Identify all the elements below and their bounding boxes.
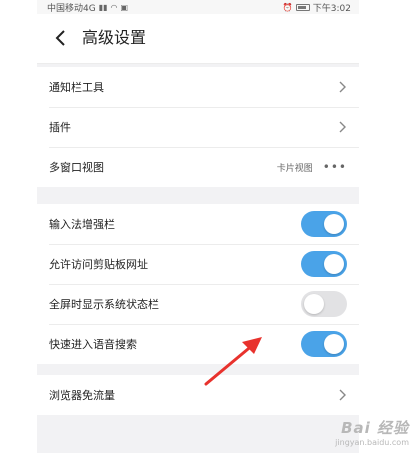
chevron-right-icon (339, 81, 346, 93)
toggle-switch[interactable] (301, 331, 347, 357)
notification-icon: ▣ (120, 2, 129, 12)
setting-row-fullscreen-statusbar: 全屏时显示系统状态栏 (37, 284, 359, 324)
back-arrow-icon[interactable] (51, 26, 71, 50)
toggle-switch[interactable] (301, 251, 347, 277)
setting-label: 插件 (49, 121, 71, 134)
toggle-knob (304, 294, 324, 314)
watermark-main: Bai 经验 (341, 419, 409, 437)
chevron-right-icon (339, 121, 346, 133)
phone-screen: 中国移动4G ▮▮ ◠ ▣ ⏰ 下午3:02 高级设置 通知栏工具 插件 多窗口… (37, 0, 359, 453)
clock-label: 下午3:02 (312, 4, 351, 14)
battery-icon (295, 4, 310, 11)
carrier-label: 中国移动4G (47, 4, 96, 14)
page-title: 高级设置 (82, 28, 147, 47)
toggle-switch[interactable] (301, 291, 347, 317)
chevron-right-icon (339, 389, 346, 401)
setting-label: 全屏时显示系统状态栏 (49, 298, 159, 311)
toggle-switch[interactable] (301, 211, 347, 237)
status-right: ⏰ 下午3:02 (282, 1, 351, 15)
setting-label: 输入法增强栏 (49, 218, 115, 231)
wifi-icon: ◠ (110, 2, 118, 12)
settings-group-toggles: 输入法增强栏 允许访问剪贴板网址 全屏时显示系统状态栏 快速进入语音搜索 (37, 204, 359, 364)
status-bar: 中国移动4G ▮▮ ◠ ▣ ⏰ 下午3:02 (37, 0, 359, 14)
toggle-knob (324, 214, 344, 234)
signal-icon: ▮▮ (98, 2, 108, 12)
toggle-knob (324, 254, 344, 274)
setting-row-input-enhance-bar: 输入法增强栏 (37, 204, 359, 244)
setting-label: 浏览器免流量 (49, 389, 115, 402)
settings-group-general: 通知栏工具 插件 多窗口视图 卡片视图 ••• (37, 67, 359, 187)
setting-row-notification-tools[interactable]: 通知栏工具 (37, 67, 359, 107)
setting-row-free-data[interactable]: 浏览器免流量 (37, 375, 359, 415)
setting-row-clipboard-url: 允许访问剪贴板网址 (37, 244, 359, 284)
alarm-icon: ⏰ (282, 2, 293, 12)
toggle-knob (324, 334, 344, 354)
more-dots-icon[interactable]: ••• (323, 160, 347, 174)
setting-row-voice-search: 快速进入语音搜索 (37, 324, 359, 364)
status-left: 中国移动4G ▮▮ ◠ ▣ (47, 1, 129, 15)
annotation-arrow-icon (204, 337, 262, 386)
settings-group-data: 浏览器免流量 (37, 375, 359, 415)
watermark-logo: Bai 经验 jingyan.baidu.com (335, 417, 409, 447)
watermark-url: jingyan.baidu.com (335, 438, 409, 447)
page-header: 高级设置 (37, 14, 359, 64)
setting-row-plugins[interactable]: 插件 (37, 107, 359, 147)
setting-label: 通知栏工具 (49, 81, 104, 94)
setting-row-multiwindow-view[interactable]: 多窗口视图 卡片视图 ••• (37, 147, 359, 187)
setting-label: 多窗口视图 (49, 161, 104, 174)
setting-label: 允许访问剪贴板网址 (49, 258, 148, 271)
setting-value: 卡片视图 (276, 163, 313, 174)
